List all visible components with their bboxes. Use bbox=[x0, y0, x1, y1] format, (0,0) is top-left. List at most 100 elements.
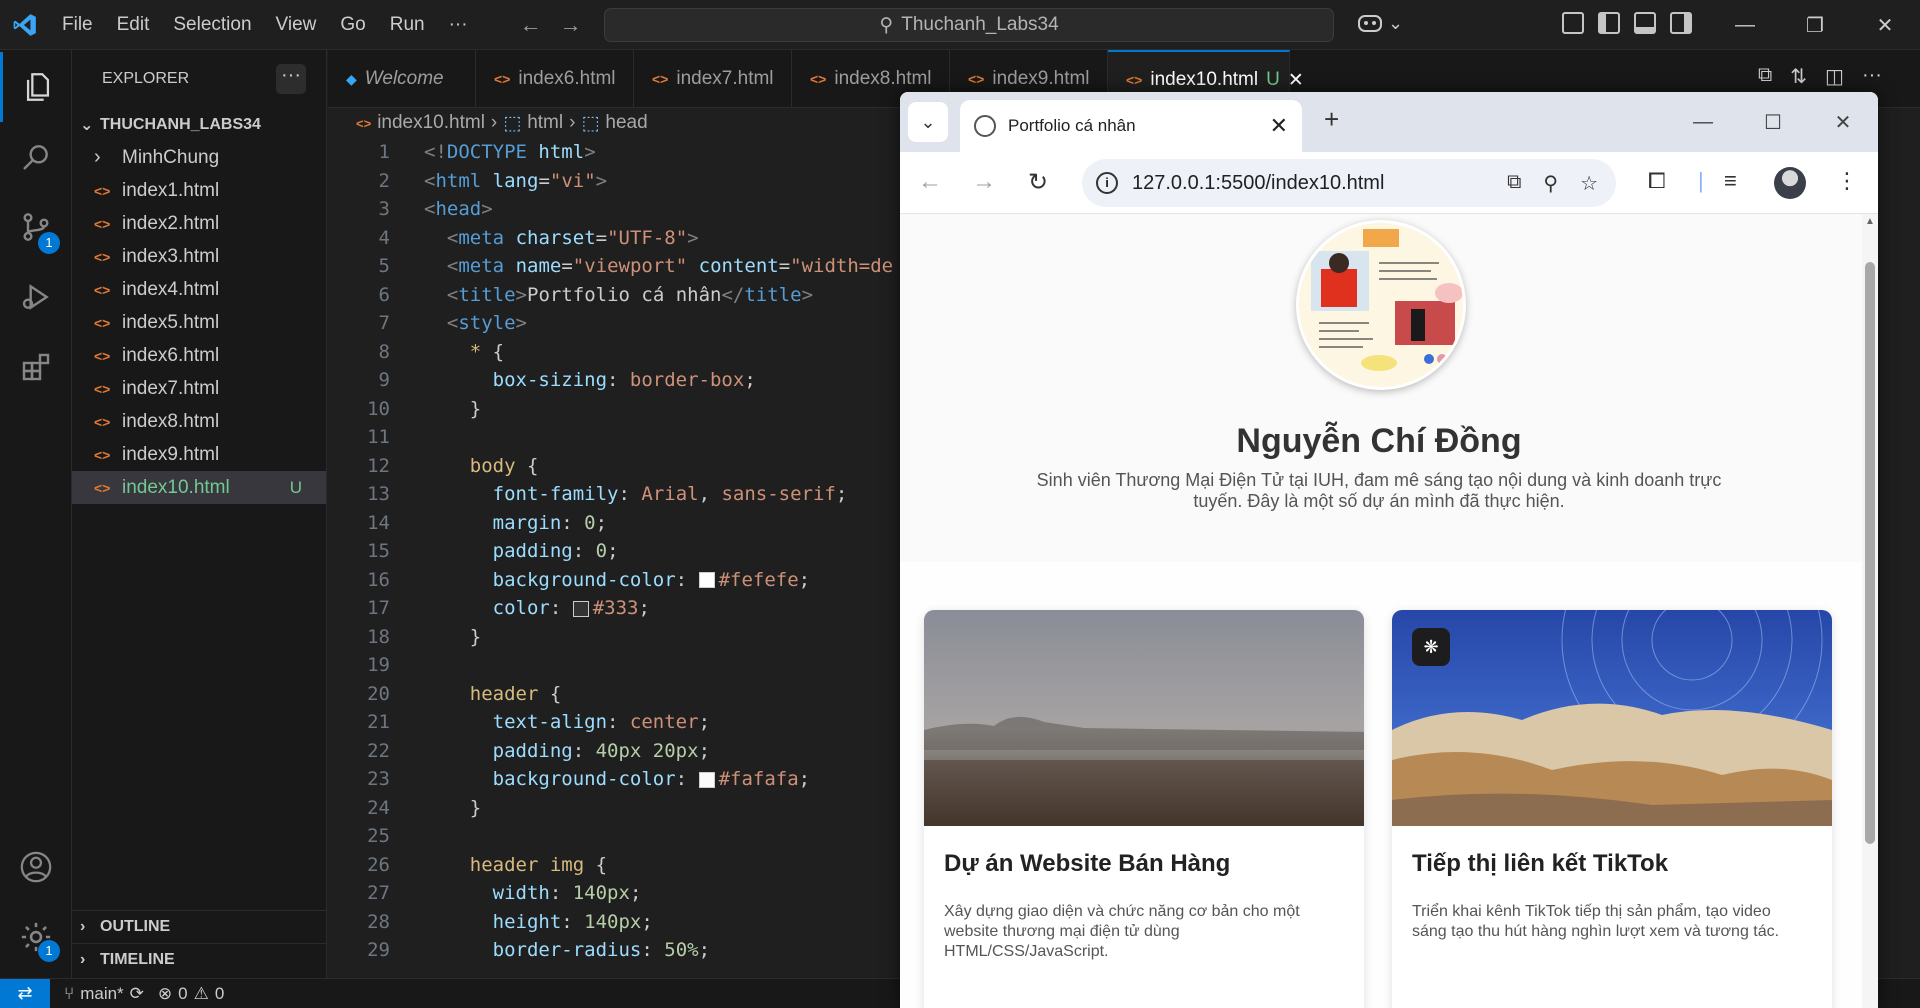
more-actions-icon[interactable]: ··· bbox=[1862, 64, 1882, 89]
tree-file[interactable]: <> index10.html U bbox=[72, 471, 326, 504]
address-bar[interactable]: i 127.0.0.1:5500/index10.html ⧉ ⚲ ☆ bbox=[1082, 159, 1616, 207]
timeline-section[interactable]: › TIMELINE bbox=[72, 943, 327, 976]
minimize-icon[interactable]: — bbox=[1710, 0, 1780, 50]
tree-folder[interactable]: › MinhChung bbox=[72, 141, 326, 174]
split-editor-icon[interactable]: ◫ bbox=[1825, 64, 1844, 89]
maximize-icon[interactable]: ☐ bbox=[1738, 92, 1808, 152]
tree-file[interactable]: <> index9.html bbox=[72, 438, 326, 471]
editor-tab[interactable]: ◆ Welcome bbox=[328, 50, 476, 108]
restore-icon[interactable]: ❐ bbox=[1780, 0, 1850, 50]
explorer-icon[interactable] bbox=[0, 52, 72, 122]
line-content: padding: 0; bbox=[390, 540, 619, 562]
copilot-icon[interactable]: ⌄ bbox=[1356, 12, 1403, 34]
close-icon[interactable]: ✕ bbox=[1808, 92, 1878, 152]
toggle-panel-icon[interactable] bbox=[1634, 12, 1656, 34]
symbol-icon: ⬚ bbox=[503, 112, 522, 134]
close-tab-icon[interactable]: ✕ bbox=[1288, 69, 1304, 92]
color-swatch[interactable] bbox=[698, 771, 715, 788]
ai-badge-icon[interactable]: ❋ bbox=[1412, 628, 1450, 666]
breadcrumb-html[interactable]: html bbox=[527, 112, 563, 134]
run-debug-icon[interactable] bbox=[0, 262, 72, 332]
menu-item[interactable]: File bbox=[50, 8, 105, 42]
settings-badge: 1 bbox=[38, 940, 60, 962]
browser-tab[interactable]: Portfolio cá nhân ✕ bbox=[960, 100, 1302, 152]
color-swatch[interactable] bbox=[698, 572, 715, 589]
tab-search-icon[interactable]: ⌄ bbox=[908, 102, 948, 142]
line-content: padding: 40px 20px; bbox=[390, 740, 710, 762]
project-card[interactable]: ❋ Tiếp thị liên kết TikTok Triển khai kê… bbox=[1392, 610, 1832, 1008]
timeline-label: TIMELINE bbox=[100, 951, 175, 968]
site-info-icon[interactable]: i bbox=[1096, 172, 1118, 194]
tree-file[interactable]: <> index2.html bbox=[72, 207, 326, 240]
reload-icon[interactable]: ↻ bbox=[1028, 168, 1048, 197]
tree-file[interactable]: <> index8.html bbox=[72, 405, 326, 438]
menu-item[interactable]: Run bbox=[378, 8, 437, 42]
code-token: center bbox=[629, 711, 699, 734]
tree-item-label: index2.html bbox=[122, 212, 220, 234]
title-bar: File Edit Selection View Go Run ··· ← → ⚲ Thuc… bbox=[0, 0, 1920, 50]
browser-menu-icon[interactable]: ⋮ bbox=[1836, 168, 1858, 194]
editor-tab[interactable]: <> index7.html bbox=[634, 50, 792, 108]
menu-item[interactable]: ··· bbox=[437, 8, 480, 42]
profile-avatar[interactable] bbox=[1774, 167, 1806, 199]
source-control-icon[interactable]: 1 bbox=[0, 192, 72, 262]
toggle-secondary-sidebar-icon[interactable] bbox=[1670, 12, 1692, 34]
tree-file[interactable]: <> index3.html bbox=[72, 240, 326, 273]
bookmark-star-icon[interactable]: ☆ bbox=[1580, 171, 1598, 196]
tree-file[interactable]: <> index7.html bbox=[72, 372, 326, 405]
menu-item[interactable]: Selection bbox=[161, 8, 263, 42]
scroll-up-icon[interactable]: ▲ bbox=[1865, 216, 1875, 227]
extensions-puzzle-icon[interactable]: ⧠ bbox=[1648, 168, 1666, 194]
compare-icon[interactable]: ⇅ bbox=[1790, 64, 1807, 89]
scrollbar-thumb[interactable] bbox=[1865, 262, 1875, 844]
code-editor[interactable]: 1 <!DOCTYPE html> 2 <html lang="vi"> 3 <head>… bbox=[328, 138, 968, 978]
color-swatch[interactable] bbox=[572, 600, 589, 617]
menu-item[interactable]: Edit bbox=[105, 8, 162, 42]
project-image bbox=[1392, 610, 1832, 826]
open-preview-icon[interactable]: ⧉ bbox=[1758, 64, 1772, 89]
media-controls-icon[interactable]: ≡ bbox=[1724, 168, 1737, 194]
code-token: ; bbox=[698, 711, 711, 734]
warning-icon: ⚠ bbox=[193, 983, 209, 1003]
remote-icon[interactable]: ⇄ bbox=[0, 978, 50, 1008]
close-tab-icon[interactable]: ✕ bbox=[1270, 113, 1288, 139]
menu-item[interactable]: View bbox=[264, 8, 329, 42]
tree-file[interactable]: <> index6.html bbox=[72, 339, 326, 372]
code-token: ; bbox=[698, 739, 711, 762]
page-scrollbar[interactable]: ▲ bbox=[1862, 214, 1878, 1008]
zoom-icon[interactable]: ⚲ bbox=[1543, 171, 1558, 196]
new-tab-icon[interactable]: + bbox=[1324, 104, 1339, 135]
manage-gear-icon[interactable]: 1 bbox=[0, 902, 72, 972]
breadcrumb-file[interactable]: index10.html bbox=[377, 112, 485, 134]
command-center[interactable]: ⚲ Thuchanh_Labs34 bbox=[604, 8, 1334, 42]
tree-file[interactable]: <> index5.html bbox=[72, 306, 326, 339]
forward-arrow-icon[interactable]: → bbox=[560, 12, 582, 38]
branch-status[interactable]: ⑂ main* ⟳ bbox=[64, 984, 144, 1004]
code-token: { bbox=[481, 340, 505, 363]
toggle-primary-sidebar-icon[interactable] bbox=[1598, 12, 1620, 34]
editor-tab[interactable]: <> index6.html bbox=[476, 50, 634, 108]
menu-item[interactable]: Go bbox=[328, 8, 377, 42]
accounts-icon[interactable] bbox=[0, 832, 72, 902]
code-token: padding bbox=[492, 739, 573, 762]
outline-section[interactable]: › OUTLINE bbox=[72, 910, 327, 943]
tree-file[interactable]: <> index4.html bbox=[72, 273, 326, 306]
problems-status[interactable]: ⊗ 0 ⚠ 0 bbox=[158, 984, 224, 1004]
workspace-folder[interactable]: ⌄ THUCHANH_LABS34 bbox=[72, 108, 326, 141]
forward-icon[interactable]: → bbox=[972, 168, 996, 196]
breadcrumb-head[interactable]: head bbox=[605, 112, 647, 134]
minimize-icon[interactable]: — bbox=[1668, 92, 1738, 152]
extensions-icon[interactable] bbox=[0, 332, 72, 402]
code-token: Arial bbox=[641, 483, 699, 506]
translate-icon[interactable]: ⧉ bbox=[1507, 171, 1521, 196]
back-arrow-icon[interactable]: ← bbox=[520, 12, 542, 38]
back-icon[interactable]: ← bbox=[918, 168, 942, 196]
close-icon[interactable]: ✕ bbox=[1850, 0, 1920, 50]
tree-file[interactable]: <> index1.html bbox=[72, 174, 326, 207]
customize-layout-icon[interactable] bbox=[1562, 12, 1584, 34]
search-icon[interactable] bbox=[0, 122, 72, 192]
project-card[interactable]: Dự án Website Bán Hàng Xây dựng giao diệ… bbox=[924, 610, 1364, 1008]
more-actions-icon[interactable]: ··· bbox=[276, 64, 306, 94]
code-token: "viewport" bbox=[572, 255, 688, 278]
